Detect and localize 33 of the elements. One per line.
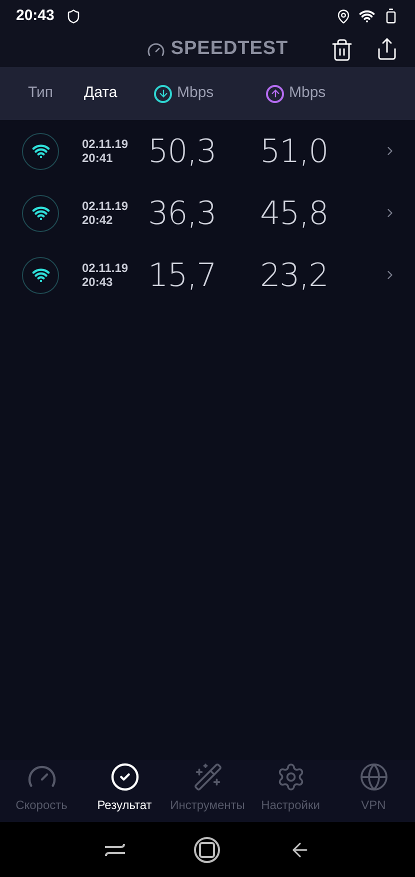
wifi-icon — [22, 256, 59, 294]
download-speed: 15,7 — [148, 255, 218, 296]
upload-speed: 45,8 — [260, 193, 330, 234]
download-icon — [154, 84, 172, 102]
result-date: 02.11.19 — [82, 199, 130, 213]
upload-speed: 51,0 — [260, 131, 330, 172]
location-icon — [336, 8, 351, 24]
column-header[interactable]: Mbps — [266, 82, 356, 105]
result-date: 02.11.19 — [82, 137, 130, 151]
result-date: 02.11.19 — [82, 261, 130, 275]
download-speed: 36,3 — [148, 193, 218, 234]
column-header[interactable]: Тип — [28, 82, 84, 105]
column-header[interactable]: Дата — [84, 82, 154, 105]
column-header[interactable]: Mbps — [154, 82, 266, 105]
gauge-icon — [146, 40, 165, 58]
app-title: SPEEDTEST — [170, 37, 288, 62]
download-speed: 50,3 — [148, 131, 218, 172]
upload-speed: 23,2 — [260, 255, 330, 296]
upload-icon — [266, 84, 284, 102]
result-time: 20:42 — [82, 213, 114, 227]
result-row[interactable]: 02.11.19 20:41 50,3 51,0 — [0, 120, 415, 182]
check-circle-icon — [110, 762, 140, 792]
result-time: 20:41 — [82, 151, 114, 165]
wifi-icon — [359, 8, 375, 24]
result-row[interactable]: 02.11.19 20:43 15,7 23,2 — [0, 244, 415, 306]
wifi-icon — [22, 194, 59, 232]
home-button[interactable] — [194, 836, 220, 862]
clock: 20:43 — [16, 6, 54, 26]
result-time: 20:43 — [82, 275, 114, 289]
nav-tab[interactable]: Результат — [83, 762, 166, 814]
magic-wand-icon — [192, 762, 222, 792]
result-row[interactable]: 02.11.19 20:42 36,3 45,8 — [0, 182, 415, 244]
wifi-icon — [22, 132, 59, 170]
